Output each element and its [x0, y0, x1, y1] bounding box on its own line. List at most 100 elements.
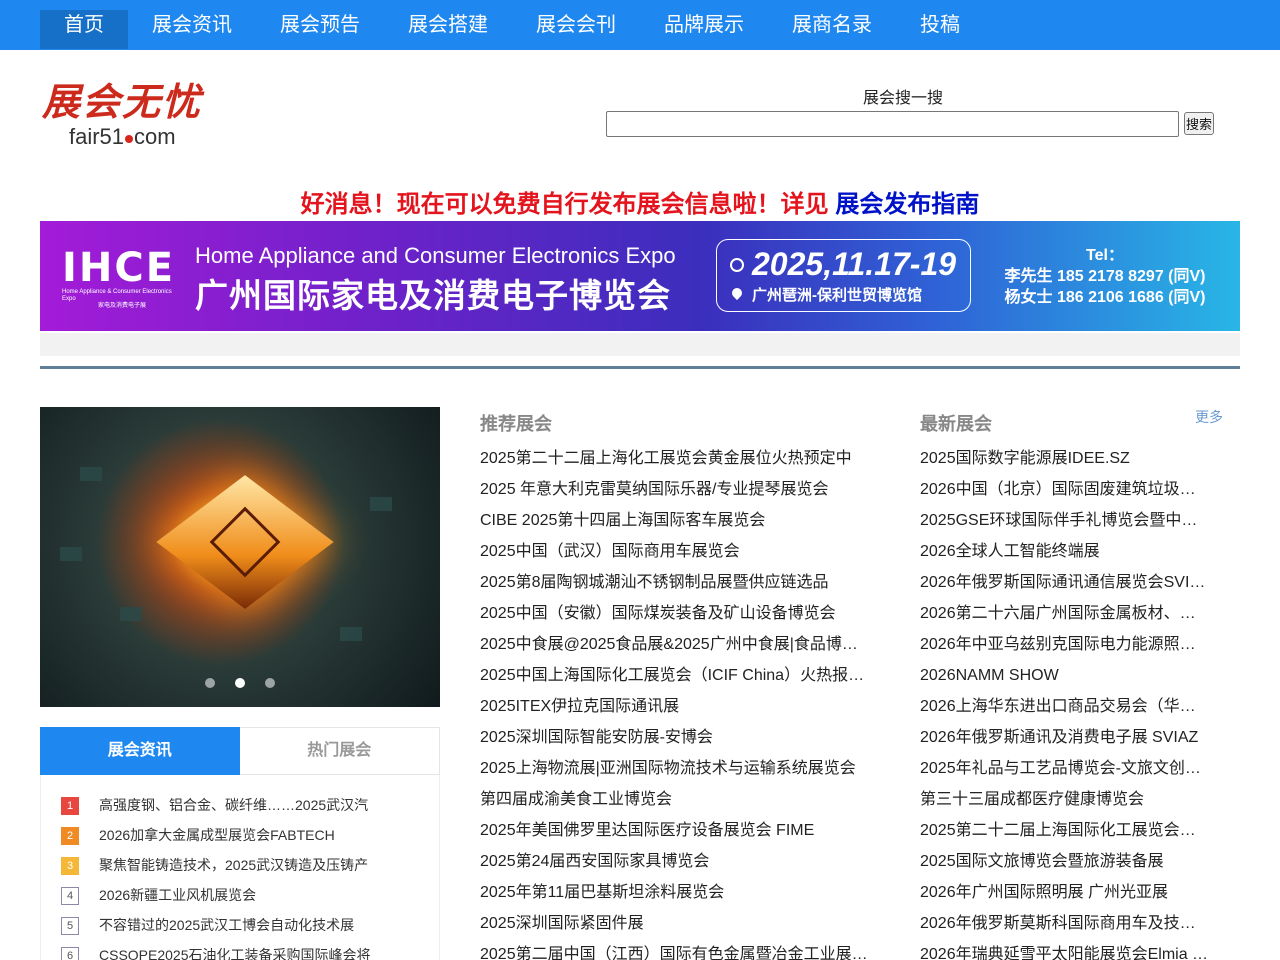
recommended-expo-item[interactable]: 2025深圳国际紧固件展: [480, 914, 870, 945]
recommended-expo-item[interactable]: 2025中国（安徽）国际煤炭装备及矿山设备博览会: [480, 604, 870, 635]
nav-item-home[interactable]: 首页: [40, 10, 128, 49]
banner-logo-text: IHCE: [62, 245, 176, 291]
banner-logo-subtitle-cn: 家电及消费电子展: [97, 303, 146, 309]
circuit-decoration: [340, 627, 362, 641]
latest-expo-item[interactable]: 2026NAMM SHOW: [920, 666, 1210, 697]
banner-contact: Tel： 李先生 185 2178 8297 (同V) 杨女士 186 2106…: [995, 245, 1215, 308]
nav-item-expo-preview[interactable]: 展会预告: [256, 10, 384, 49]
recommended-expo-item[interactable]: 第四届成渝美食工业博览会: [480, 790, 870, 821]
nav-item-expo-news[interactable]: 展会资讯: [128, 10, 256, 49]
latest-expo-item[interactable]: 2025GSE环球国际伴手礼博览会暨中…: [920, 511, 1210, 542]
banner-spacer: [40, 333, 1240, 356]
recommended-expo-item[interactable]: 2025年美国佛罗里达国际医疗设备展览会 FIME: [480, 821, 870, 852]
news-title: 聚焦智能铸造技术，2025武汉铸造及压铸产: [99, 857, 369, 873]
circuit-decoration: [120, 607, 142, 621]
carousel-dot-3[interactable]: [265, 678, 275, 688]
news-item[interactable]: 3 聚焦智能铸造技术，2025武汉铸造及压铸产: [61, 852, 371, 882]
announcement: 好消息！现在可以免费自行发布展会信息啦！详见 展会发布指南: [0, 184, 1280, 219]
recommended-expo-item[interactable]: 2025第8届陶钢城潮汕不锈钢制品展暨供应链选品: [480, 573, 870, 604]
rank-badge: 3: [61, 857, 79, 875]
news-panel: 1 高强度钢、铝合金、碳纤维……2025武汉汽 2 2026加拿大金属成型展览会FA…: [40, 775, 440, 960]
latest-list: 2025国际数字能源展IDEE.SZ 2026中国（北京）国际固废建筑垃圾… 202…: [920, 449, 1210, 960]
nav-item-brands[interactable]: 品牌展示: [640, 10, 768, 49]
recommended-title: 推荐展会: [480, 414, 552, 434]
circuit-decoration: [80, 467, 102, 481]
tab-hot-expos[interactable]: 热门展会: [240, 728, 440, 774]
nav-menu: 首页 展会资讯 展会预告 展会搭建 展会会刊 品牌展示 展商名录 投稿: [40, 10, 984, 49]
more-link[interactable]: 更多: [1195, 407, 1223, 427]
recommended-expo-item[interactable]: 2025第24届西安国际家具博览会: [480, 852, 870, 883]
nav-item-exhibitors[interactable]: 展商名录: [768, 10, 896, 49]
rank-badge: 1: [61, 797, 79, 815]
latest-expo-item[interactable]: 2025国际数字能源展IDEE.SZ: [920, 449, 1210, 480]
tab-expo-news[interactable]: 展会资讯: [40, 727, 240, 775]
site-logo[interactable]: 展会无忧 fair51 com: [42, 82, 212, 152]
news-title: 不容错过的2025武汉工博会自动化技术展: [99, 917, 355, 933]
banner-tel-label: Tel：: [1086, 247, 1124, 264]
latest-expo-item[interactable]: 2026年俄罗斯国际通讯通信展览会SVI…: [920, 573, 1210, 604]
news-title: 2026新疆工业风机展览会: [99, 887, 257, 903]
nav-item-expo-catalog[interactable]: 展会会刊: [512, 10, 640, 49]
section-divider: [40, 366, 1240, 369]
search-input[interactable]: [606, 111, 1179, 137]
expo-banner[interactable]: IHCE Home Appliance & Consumer Electroni…: [40, 221, 1240, 331]
news-list: 1 高强度钢、铝合金、碳纤维……2025武汉汽 2 2026加拿大金属成型展览会FA…: [61, 792, 371, 960]
carousel-dot-2[interactable]: [235, 678, 245, 688]
banner-date: 2025,11.17-19: [752, 246, 957, 282]
recommended-expo-item[interactable]: 2025中国（武汉）国际商用车展览会: [480, 542, 870, 573]
news-item[interactable]: 6 CSSOPE2025石油化工装备采购国际峰会将: [61, 942, 371, 960]
latest-expo-item[interactable]: 2026上海华东进出口商品交易会（华…: [920, 697, 1210, 728]
latest-expo-item[interactable]: 2025第二十二届上海国际化工展览会…: [920, 821, 1210, 852]
recommended-expo-item[interactable]: 2025第二届中国（江西）国际有色金属暨冶金工业展…: [480, 945, 870, 960]
latest-expo-item[interactable]: 2026全球人工智能终端展: [920, 542, 1210, 573]
banner-title-cn: 广州国际家电及消费电子博览会: [195, 277, 671, 314]
recommended-expo-item[interactable]: 2025中国上海国际化工展览会（ICIF China）火热报…: [480, 666, 870, 697]
banner-contact-2: 杨女士 186 2106 1686 (同V): [1004, 289, 1206, 306]
latest-expo-item[interactable]: 2026第二十六届广州国际金属板材、…: [920, 604, 1210, 635]
recommended-expo-item[interactable]: CIBE 2025第十四届上海国际客车展览会: [480, 511, 870, 542]
circuit-decoration: [60, 547, 82, 561]
latest-expo-item[interactable]: 2026年中亚乌兹别克国际电力能源照…: [920, 635, 1210, 666]
latest-expo-item[interactable]: 2026年瑞典延雪平太阳能展览会Elmia …: [920, 945, 1210, 960]
logo-chinese-text: 展会无忧: [42, 79, 203, 124]
circuit-decoration: [370, 497, 392, 511]
recommended-expo-item[interactable]: 2025深圳国际智能安防展-安博会: [480, 728, 870, 759]
nav-item-submit[interactable]: 投稿: [896, 10, 984, 49]
recommended-list: 2025第二十二届上海化工展览会黄金展位火热预定中 2025 年意大利克雷莫纳国际…: [480, 449, 870, 960]
news-item[interactable]: 5 不容错过的2025武汉工博会自动化技术展: [61, 912, 371, 942]
recommended-expo-item[interactable]: 2025 年意大利克雷莫纳国际乐器/专业提琴展览会: [480, 480, 870, 511]
latest-expo-item[interactable]: 2025国际文旅博览会暨旅游装备展: [920, 852, 1210, 883]
news-title: 2026加拿大金属成型展览会FABTECH: [99, 827, 335, 843]
image-carousel[interactable]: [40, 407, 440, 707]
news-item[interactable]: 4 2026新疆工业风机展览会: [61, 882, 371, 912]
latest-expo-item[interactable]: 2026年俄罗斯莫斯科国际商用车及技…: [920, 914, 1210, 945]
news-item[interactable]: 1 高强度钢、铝合金、碳纤维……2025武汉汽: [61, 792, 371, 822]
publish-guide-link[interactable]: 展会发布指南: [835, 191, 979, 218]
news-item[interactable]: 2 2026加拿大金属成型展览会FABTECH: [61, 822, 371, 852]
logo-domain-prefix: fair51: [69, 124, 125, 149]
recommended-expo-item[interactable]: 2025上海物流展|亚洲国际物流技术与运输系统展览会: [480, 759, 870, 790]
latest-expo-item[interactable]: 2026中国（北京）国际固废建筑垃圾…: [920, 480, 1210, 511]
carousel-dots: [40, 675, 440, 693]
rank-badge: 5: [61, 917, 79, 935]
latest-expo-item[interactable]: 2026年广州国际照明展 广州光亚展: [920, 883, 1210, 914]
search-button[interactable]: 搜索: [1184, 112, 1214, 135]
recommended-expo-item[interactable]: 2025第二十二届上海化工展览会黄金展位火热预定中: [480, 449, 870, 480]
latest-expo-item[interactable]: 2026年俄罗斯通讯及消费电子展 SVIAZ: [920, 728, 1210, 759]
recommended-expo-item[interactable]: 2025中食展@2025食品展&2025广州中食展|食品博…: [480, 635, 870, 666]
banner-logo: IHCE Home Appliance & Consumer Electroni…: [62, 247, 182, 310]
banner-logo-subtitle: Home Appliance & Consumer Electronics Ex…: [62, 289, 172, 302]
recommended-expo-item[interactable]: 2025年第11届巴基斯坦涂料展览会: [480, 883, 870, 914]
top-navigation: 首页 展会资讯 展会预告 展会搭建 展会会刊 品牌展示 展商名录 投稿: [0, 0, 1280, 50]
rank-badge: 6: [61, 947, 79, 960]
rank-badge: 2: [61, 827, 79, 845]
recommended-expo-item[interactable]: 2025ITEX伊拉克国际通讯展: [480, 697, 870, 728]
logo-domain: fair51 com: [69, 124, 176, 150]
nav-item-booth-building[interactable]: 展会搭建: [384, 10, 512, 49]
banner-title-en: Home Appliance and Consumer Electronics …: [195, 243, 676, 268]
carousel-dot-1[interactable]: [205, 678, 215, 688]
latest-expo-item[interactable]: 2025年礼品与工艺品博览会-文旅文创…: [920, 759, 1210, 790]
latest-expo-item[interactable]: 第三十三届成都医疗健康博览会: [920, 790, 1210, 821]
logo-dot-icon: [125, 135, 134, 143]
news-tabs: 展会资讯 热门展会: [40, 727, 440, 775]
